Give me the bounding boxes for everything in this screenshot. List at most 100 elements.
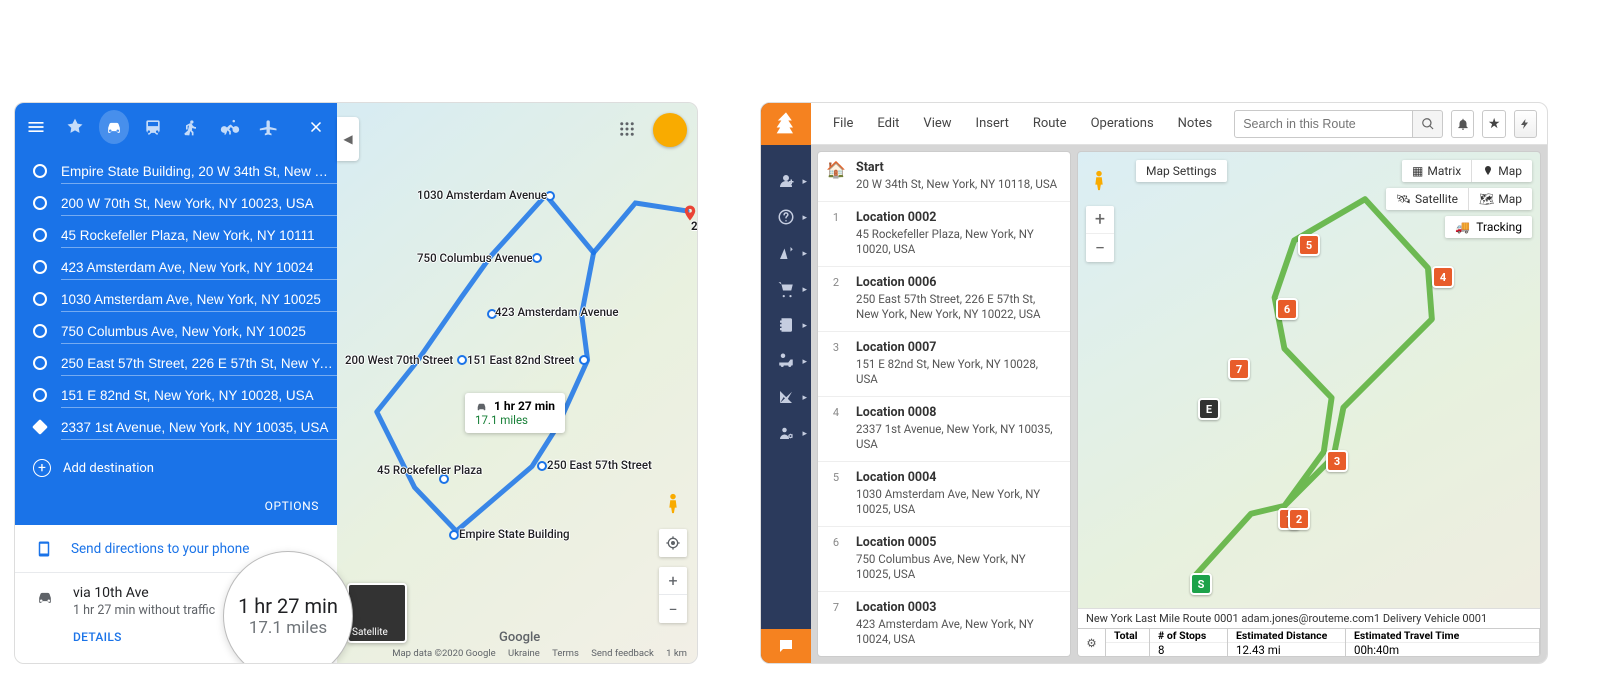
r4-stop-row[interactable]: 6Location 0005750 Columbus Ave, New York…: [818, 527, 1070, 592]
my-location-icon[interactable]: [659, 529, 687, 557]
matrix-view-button[interactable]: ▦Matrix: [1402, 160, 1471, 182]
map-stop-marker[interactable]: 2: [1288, 508, 1310, 530]
totals-label: Total: [1106, 629, 1149, 643]
menu-item-notes[interactable]: Notes: [1166, 110, 1225, 137]
rail-add-user-icon[interactable]: ▸: [761, 163, 811, 199]
satellite-view-button[interactable]: 🛰Satellite: [1386, 188, 1468, 210]
r4-map-canvas[interactable]: Map Settings + − ▦Matrix Map 🛰Satellite: [1077, 151, 1541, 657]
zoom-out-button[interactable]: −: [1086, 234, 1114, 262]
mode-transit-icon[interactable]: [137, 110, 168, 144]
stop-input[interactable]: [61, 190, 337, 216]
map-settings-button[interactable]: Map Settings: [1136, 160, 1227, 182]
rail-analytics-icon[interactable]: ▸: [761, 379, 811, 415]
stop-title: Location 0002: [856, 210, 1060, 225]
menu-item-file[interactable]: File: [821, 110, 865, 137]
stop-input[interactable]: [61, 350, 337, 376]
r4-stop-row[interactable]: 3Location 0007151 E 82nd St, New York, N…: [818, 332, 1070, 397]
gear-icon[interactable]: ⚙: [1078, 629, 1106, 656]
rail-addressbook-icon[interactable]: ▸: [761, 307, 811, 343]
search-button[interactable]: [1413, 110, 1443, 138]
r4-stops-list[interactable]: 🏠Start20 W 34th St, New York, NY 10118, …: [817, 151, 1071, 657]
stop-indicator-icon: [33, 292, 47, 306]
stop-address: 250 East 57th Street, 226 E 57th St, New…: [856, 292, 1060, 323]
mode-flight-icon[interactable]: [254, 110, 285, 144]
hamburger-menu-icon[interactable]: [21, 110, 52, 144]
map-waypoint-label: 200 West 70th Street: [345, 353, 453, 367]
stop-indicator-icon: [33, 388, 47, 402]
gm-attribution: Map data ©2020 Google Ukraine Terms Send…: [382, 648, 687, 659]
stop-title: Location 0008: [856, 405, 1060, 420]
r4-stop-row[interactable]: 4Location 00082337 1st Avenue, New York,…: [818, 397, 1070, 462]
r4-stop-row[interactable]: 1Location 000245 Rockefeller Plaza, New …: [818, 202, 1070, 267]
notifications-button[interactable]: [1451, 110, 1474, 138]
magnified-duration: 1 hr 27 min: [238, 594, 338, 618]
map-stop-marker[interactable]: 7: [1228, 358, 1250, 380]
map-waypoint[interactable]: [537, 461, 547, 471]
zoom-out-button[interactable]: −: [659, 595, 687, 623]
stop-indicator-icon: [33, 324, 47, 338]
close-icon[interactable]: [300, 110, 331, 144]
rail-help-icon[interactable]: ▸: [761, 199, 811, 235]
rail-routes-icon[interactable]: ▸: [761, 235, 811, 271]
satellite-layer-button[interactable]: Satellite: [347, 583, 407, 643]
map-view-button[interactable]: Map: [1471, 160, 1532, 182]
gm-map-canvas[interactable]: ◀ 1030 Amsterdam Avenue 750 Columbus Ave…: [337, 103, 697, 663]
gm-stop-row: [33, 283, 337, 315]
rail-fleet-icon[interactable]: ▸: [761, 343, 811, 379]
map-stop-marker[interactable]: 6: [1276, 298, 1298, 320]
gm-stop-row: [33, 411, 337, 443]
map2-view-button[interactable]: 🗺Map: [1468, 188, 1532, 210]
menu-item-insert[interactable]: Insert: [964, 110, 1021, 137]
r4-stop-row[interactable]: 5Location 00041030 Amsterdam Ave, New Yo…: [818, 462, 1070, 527]
optimize-button[interactable]: [1514, 110, 1537, 138]
stop-input[interactable]: [61, 414, 337, 440]
rail-cart-icon[interactable]: ▸: [761, 271, 811, 307]
r4-stop-row[interactable]: 7Location 0003423 Amsterdam Ave, New Yor…: [818, 592, 1070, 657]
stop-input[interactable]: [61, 286, 337, 312]
zoom-in-button[interactable]: +: [1086, 206, 1114, 234]
r4-stop-row[interactable]: 🏠Start20 W 34th St, New York, NY 10118, …: [818, 152, 1070, 202]
favorite-button[interactable]: ★: [1482, 110, 1505, 138]
apps-grid-icon[interactable]: [611, 113, 643, 145]
collapse-sidebar-button[interactable]: ◀: [337, 117, 359, 161]
mode-car-icon[interactable]: [99, 110, 130, 144]
options-button[interactable]: OPTIONS: [15, 491, 337, 525]
tracking-button[interactable]: 🚚Tracking: [1445, 216, 1532, 238]
mode-walk-icon[interactable]: [176, 110, 207, 144]
mode-best-icon[interactable]: [60, 110, 91, 144]
gm-stop-row: [33, 187, 337, 219]
pegman-icon[interactable]: [1086, 160, 1112, 200]
map-end-marker[interactable]: E: [1198, 398, 1220, 420]
stop-indicator-icon: [33, 356, 47, 370]
map-waypoint[interactable]: [449, 530, 459, 540]
rail-user-settings-icon[interactable]: ▸: [761, 415, 811, 451]
stop-input[interactable]: [61, 254, 337, 280]
map-stop-marker[interactable]: 4: [1432, 266, 1454, 288]
map-stop-marker[interactable]: 5: [1298, 234, 1320, 256]
menu-item-view[interactable]: View: [911, 110, 963, 137]
pegman-icon[interactable]: [659, 485, 687, 521]
send-label: Send directions to your phone: [71, 541, 249, 557]
stop-title: Location 0003: [856, 600, 1060, 615]
stop-input[interactable]: [61, 318, 337, 344]
r4-stop-row[interactable]: 2Location 0006250 East 57th Street, 226 …: [818, 267, 1070, 332]
user-avatar[interactable]: [653, 113, 687, 147]
r4-logo-icon[interactable]: [761, 103, 811, 145]
menu-item-route[interactable]: Route: [1021, 110, 1079, 137]
mode-bike-icon[interactable]: [215, 110, 246, 144]
rail-chat-icon[interactable]: [761, 629, 811, 663]
map-waypoint[interactable]: [457, 355, 467, 365]
map-start-marker[interactable]: S: [1190, 573, 1212, 595]
map-waypoint[interactable]: [579, 355, 589, 365]
stop-input[interactable]: [61, 158, 337, 184]
menu-item-operations[interactable]: Operations: [1079, 110, 1166, 137]
add-destination-button[interactable]: + Add destination: [15, 449, 337, 491]
search-input[interactable]: [1234, 110, 1413, 138]
zoom-in-button[interactable]: +: [659, 567, 687, 595]
stop-input[interactable]: [61, 222, 337, 248]
stop-number: 6: [828, 536, 844, 549]
map-waypoint[interactable]: [532, 253, 542, 263]
map-stop-marker[interactable]: 3: [1326, 450, 1348, 472]
menu-item-edit[interactable]: Edit: [865, 110, 911, 137]
stop-input[interactable]: [61, 382, 337, 408]
